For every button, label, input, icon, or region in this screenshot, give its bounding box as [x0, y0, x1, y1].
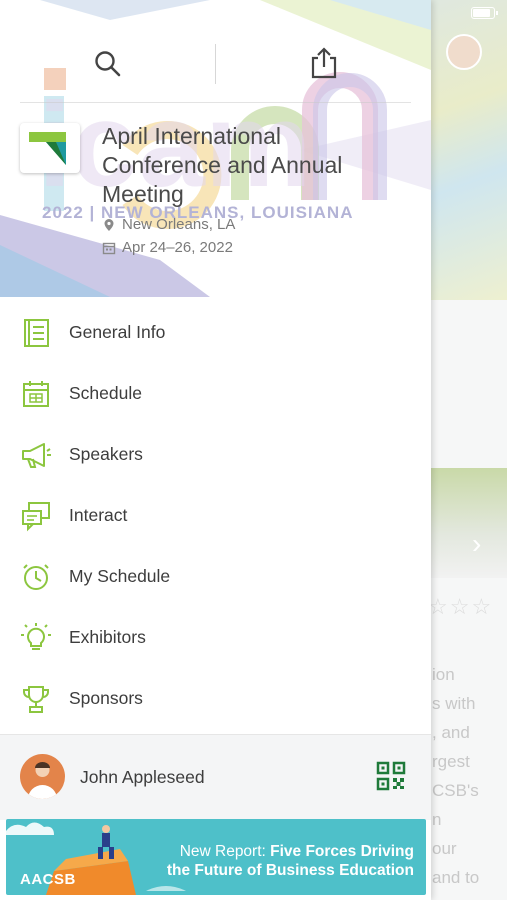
promo-banner[interactable]: New Report: Five Forces Driving the Futu… [6, 819, 426, 895]
calendar-small-icon [102, 242, 116, 254]
share-icon[interactable] [308, 46, 340, 80]
promo-prefix: New Report: [179, 843, 271, 860]
background-text: ion s with , and rgest CSB's n our and t… [432, 665, 480, 887]
promo-text: New Report: Five Forces Driving the Futu… [167, 842, 414, 880]
toolbar-divider [215, 44, 216, 84]
battery-icon [471, 7, 498, 19]
menu-item-label: Interact [69, 505, 128, 525]
menu-item-label: My Schedule [69, 566, 171, 586]
event-location-text: New Orleans, LA [122, 216, 236, 233]
menu-item-my-schedule[interactable]: My Schedule [0, 546, 431, 607]
promo-highlight-2: the Future of Business Education [166, 862, 414, 879]
menu-item-general-info[interactable]: General Info [0, 302, 431, 363]
general-info-list-icon [24, 318, 49, 347]
background-photo [430, 468, 507, 578]
menu-item-exhibitors[interactable]: Exhibitors [0, 607, 431, 668]
chevron-right-icon: › [472, 528, 482, 559]
menu-item-label: Speakers [69, 444, 143, 464]
megaphone-icon [22, 442, 51, 468]
main-menu: General Info Schedule Speakers Interact … [0, 302, 431, 729]
menu-item-label: Schedule [69, 383, 142, 403]
menu-item-sponsors[interactable]: Sponsors [0, 668, 431, 729]
event-dates-text: Apr 24–26, 2022 [122, 239, 233, 256]
menu-item-speakers[interactable]: Speakers [0, 424, 431, 485]
menu-item-label: Exhibitors [69, 627, 146, 647]
lightbulb-icon [21, 622, 51, 650]
profile-name: John Appleseed [80, 767, 205, 787]
user-profile[interactable]: John Appleseed [0, 734, 431, 820]
event-location: New Orleans, LA [102, 216, 235, 233]
event-dates: Apr 24–26, 2022 [102, 239, 233, 256]
menu-item-label: Sponsors [69, 688, 143, 708]
menu-item-schedule[interactable]: Schedule [0, 363, 431, 424]
chat-bubbles-icon [22, 501, 50, 531]
clock-icon [23, 563, 49, 590]
search-icon[interactable] [92, 48, 124, 80]
header-divider [20, 102, 411, 103]
qr-code-icon[interactable] [376, 761, 406, 791]
event-logo [20, 123, 80, 173]
menu-item-label: General Info [69, 322, 166, 342]
status-time: 4:32 PM [227, 4, 280, 20]
promo-brand-logo: AACSB [20, 871, 76, 888]
promo-highlight-1: Five Forces Driving [270, 843, 414, 860]
navigation-drawer: icam 2022 | NEW ORLEANS, LOUISIANA April … [0, 0, 431, 900]
event-header: icam 2022 | NEW ORLEANS, LOUISIANA April … [0, 0, 431, 297]
event-title: April International Conference and Annua… [102, 123, 343, 207]
avatar[interactable] [20, 754, 65, 799]
calendar-icon [23, 380, 49, 407]
location-pin-icon [104, 218, 114, 231]
rating-stars-icon: ☆☆☆ [428, 594, 494, 619]
background-avatar [446, 34, 482, 70]
menu-item-interact[interactable]: Interact [0, 485, 431, 546]
trophy-icon [23, 685, 49, 713]
